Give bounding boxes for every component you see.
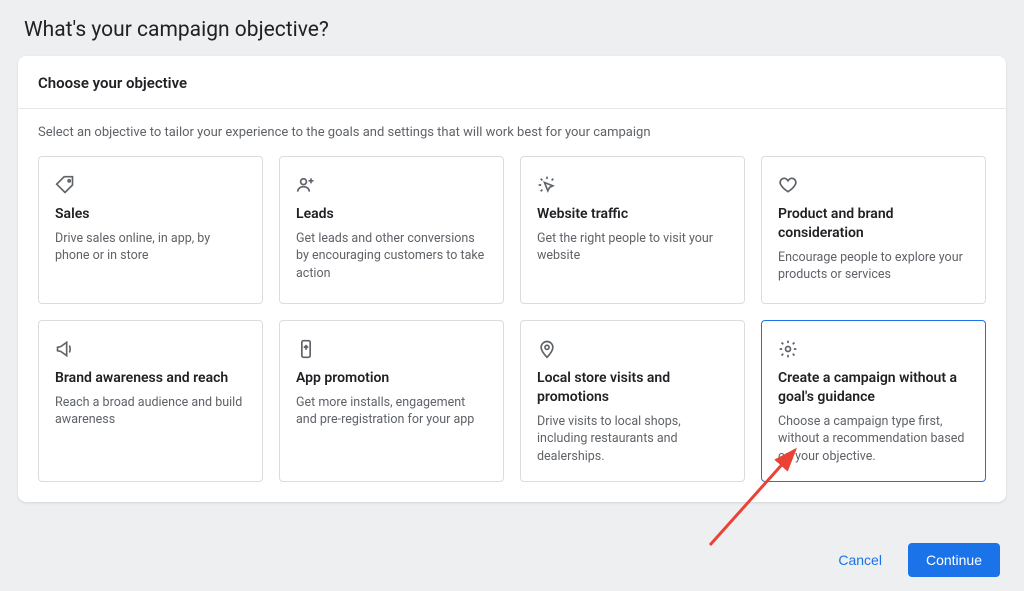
gear-icon [778, 339, 798, 359]
objective-desc: Choose a campaign type first, without a … [778, 413, 969, 466]
objective-no-goal[interactable]: Create a campaign without a goal's guida… [761, 320, 986, 482]
objective-leads[interactable]: Leads Get leads and other conversions by… [279, 156, 504, 304]
objective-app-promotion[interactable]: App promotion Get more installs, engagem… [279, 320, 504, 482]
card-header: Choose your objective [18, 56, 1006, 109]
objective-title: Brand awareness and reach [55, 369, 246, 388]
objective-brand-awareness[interactable]: Brand awareness and reach Reach a broad … [38, 320, 263, 482]
objective-product-brand[interactable]: Product and brand consideration Encourag… [761, 156, 986, 304]
objective-desc: Encourage people to explore your product… [778, 249, 969, 284]
objective-desc: Drive sales online, in app, by phone or … [55, 230, 246, 265]
objectives-grid: Sales Drive sales online, in app, by pho… [18, 150, 1006, 502]
objective-local-store[interactable]: Local store visits and promotions Drive … [520, 320, 745, 482]
objective-desc: Drive visits to local shops, including r… [537, 413, 728, 466]
objective-title: Create a campaign without a goal's guida… [778, 369, 969, 407]
click-icon [537, 175, 557, 195]
objective-card: Choose your objective Select an objectiv… [18, 56, 1006, 502]
objective-desc: Reach a broad audience and build awarene… [55, 394, 246, 429]
objective-desc: Get the right people to visit your websi… [537, 230, 728, 265]
footer-actions: Cancel Continue [826, 543, 1000, 577]
page-title: What's your campaign objective? [0, 0, 1024, 56]
phone-icon [296, 339, 316, 359]
continue-button[interactable]: Continue [908, 543, 1000, 577]
megaphone-icon [55, 339, 75, 359]
objective-desc: Get leads and other conversions by encou… [296, 230, 487, 283]
objective-title: Leads [296, 205, 487, 224]
pin-icon [537, 339, 557, 359]
objective-sales[interactable]: Sales Drive sales online, in app, by pho… [38, 156, 263, 304]
leads-icon [296, 175, 316, 195]
objective-website-traffic[interactable]: Website traffic Get the right people to … [520, 156, 745, 304]
card-subtext: Select an objective to tailor your exper… [18, 109, 1006, 150]
objective-title: Local store visits and promotions [537, 369, 728, 407]
objective-title: Product and brand consideration [778, 205, 969, 243]
objective-title: Sales [55, 205, 246, 224]
objective-desc: Get more installs, engagement and pre-re… [296, 394, 487, 429]
objective-title: App promotion [296, 369, 487, 388]
objective-title: Website traffic [537, 205, 728, 224]
cancel-button[interactable]: Cancel [826, 543, 894, 577]
tag-icon [55, 175, 75, 195]
heart-icon [778, 175, 798, 195]
